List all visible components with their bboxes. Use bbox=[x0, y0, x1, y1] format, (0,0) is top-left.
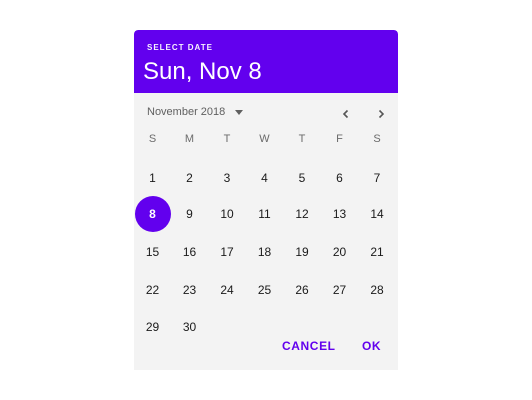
day-cell[interactable]: 5 bbox=[284, 160, 320, 196]
day-cell[interactable]: 16 bbox=[172, 234, 208, 270]
day-cell[interactable]: 9 bbox=[172, 196, 208, 232]
selected-day-cell[interactable]: 8 bbox=[134, 196, 171, 232]
day-cell[interactable]: 20 bbox=[322, 234, 358, 270]
day-cell[interactable]: 11 bbox=[247, 196, 283, 232]
day-cell[interactable]: 15 bbox=[135, 234, 171, 270]
day-cell[interactable]: 4 bbox=[247, 160, 283, 196]
calendar-day-grid: 1 2 3 4 5 6 7 8 9 10 11 12 13 14 15 16 17 18 19 20 21 22 23 24 2… bbox=[134, 30, 398, 370]
day-cell[interactable]: 26 bbox=[284, 272, 320, 308]
dialog-actions: CANCEL OK bbox=[134, 339, 398, 361]
day-cell[interactable]: 25 bbox=[247, 272, 283, 308]
day-cell[interactable]: 24 bbox=[209, 272, 245, 308]
day-cell[interactable]: 17 bbox=[209, 234, 245, 270]
date-picker-dialog: SELECT DATE Sun, Nov 8 November 2018 SMT… bbox=[134, 30, 398, 370]
day-cell[interactable]: 19 bbox=[284, 234, 320, 270]
day-cell[interactable]: 2 bbox=[172, 160, 208, 196]
day-cell[interactable]: 6 bbox=[322, 160, 358, 196]
day-cell[interactable]: 10 bbox=[209, 196, 245, 232]
day-cell[interactable]: 22 bbox=[135, 272, 171, 308]
cancel-button[interactable]: CANCEL bbox=[282, 339, 336, 353]
ok-button[interactable]: OK bbox=[362, 339, 381, 353]
day-cell[interactable]: 1 bbox=[135, 160, 171, 196]
day-cell[interactable]: 18 bbox=[247, 234, 283, 270]
day-cell[interactable]: 13 bbox=[322, 196, 358, 232]
day-cell[interactable]: 14 bbox=[359, 196, 395, 232]
day-cell[interactable]: 23 bbox=[172, 272, 208, 308]
day-cell[interactable]: 21 bbox=[359, 234, 395, 270]
day-cell[interactable]: 27 bbox=[322, 272, 358, 308]
day-cell[interactable]: 7 bbox=[359, 160, 395, 196]
day-cell[interactable]: 12 bbox=[284, 196, 320, 232]
day-cell[interactable]: 3 bbox=[209, 160, 245, 196]
day-cell[interactable]: 28 bbox=[359, 272, 395, 308]
